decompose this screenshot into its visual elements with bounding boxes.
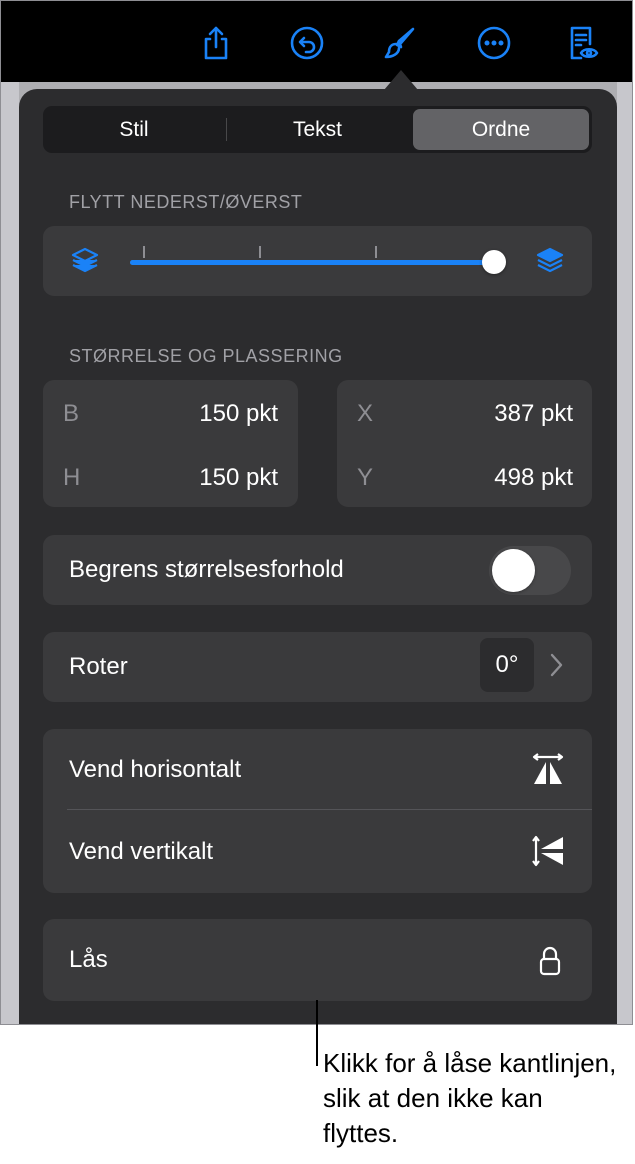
app-screen: Stil Tekst Ordne FLYTT NEDERST/ØVERST ST: [0, 0, 633, 1025]
slider-tick: [259, 246, 261, 258]
row-separator: [67, 809, 592, 810]
layer-slider-fill: [130, 260, 494, 265]
constrain-toggle[interactable]: [489, 546, 571, 595]
tab-stil[interactable]: Stil: [46, 109, 222, 150]
layer-slider-thumb[interactable]: [482, 250, 506, 274]
callout-text: Klikk for å låse kantlinjen, slik at den…: [323, 1048, 617, 1148]
undo-icon[interactable]: [285, 21, 329, 65]
lock-icon[interactable]: [533, 944, 567, 978]
size-card: B 150 pkt H 150 pkt: [43, 380, 298, 507]
constrain-row: Begrens størrelsesforhold: [43, 535, 592, 605]
rotate-row[interactable]: Roter 0°: [43, 632, 592, 702]
flip-horizontal-button[interactable]: Vend horisontalt: [69, 756, 241, 784]
width-field[interactable]: 150 pkt: [143, 400, 278, 428]
tab-ordne[interactable]: Ordne: [413, 109, 589, 150]
position-card: X 387 pkt Y 498 pkt: [337, 380, 592, 507]
toggle-knob: [492, 549, 535, 592]
size-section-title: STØRRELSE OG PLASSERING: [69, 346, 343, 366]
toolbar: [1, 1, 632, 82]
chevron-right-icon[interactable]: [548, 652, 564, 678]
constrain-label: Begrens størrelsesforhold: [69, 556, 344, 583]
callout-leader-line: [316, 1000, 318, 1066]
tab-segmented-control: Stil Tekst Ordne: [43, 106, 592, 153]
flip-vertical-button[interactable]: Vend vertikalt: [69, 838, 213, 866]
y-field[interactable]: 498 pkt: [437, 464, 573, 492]
lock-row[interactable]: Lås: [43, 919, 592, 1001]
canvas-edge-left: [1, 82, 19, 1024]
send-to-back-icon[interactable]: [70, 246, 100, 276]
flip-vertical-icon[interactable]: [531, 834, 565, 868]
tab-tekst[interactable]: Tekst: [227, 109, 408, 150]
share-icon[interactable]: [194, 21, 238, 65]
popover-arrow: [384, 70, 418, 90]
height-field[interactable]: 150 pkt: [143, 464, 278, 492]
more-icon[interactable]: [472, 21, 516, 65]
format-brush-icon[interactable]: [378, 21, 422, 65]
layer-section-title: FLYTT NEDERST/ØVERST: [69, 192, 303, 212]
canvas-edge-right: [617, 82, 632, 1024]
width-label: B: [63, 400, 80, 427]
x-label: X: [357, 400, 374, 427]
rotate-label: Roter: [69, 653, 128, 680]
height-label: H: [63, 464, 81, 491]
slider-tick: [375, 246, 377, 258]
x-field[interactable]: 387 pkt: [437, 400, 573, 428]
lock-label: Lås: [69, 946, 108, 973]
slider-tick: [143, 246, 145, 258]
rotate-value-field[interactable]: 0°: [480, 638, 534, 692]
flip-group: Vend horisontalt Vend vertikalt: [43, 729, 592, 893]
format-popover: Stil Tekst Ordne FLYTT NEDERST/ØVERST ST: [19, 89, 617, 1024]
y-label: Y: [357, 464, 374, 491]
bring-to-front-icon[interactable]: [535, 246, 565, 276]
layer-slider-track[interactable]: [130, 260, 494, 265]
flip-horizontal-icon[interactable]: [531, 752, 565, 786]
reader-view-icon[interactable]: [560, 21, 604, 65]
layer-slider-card: [43, 226, 592, 296]
